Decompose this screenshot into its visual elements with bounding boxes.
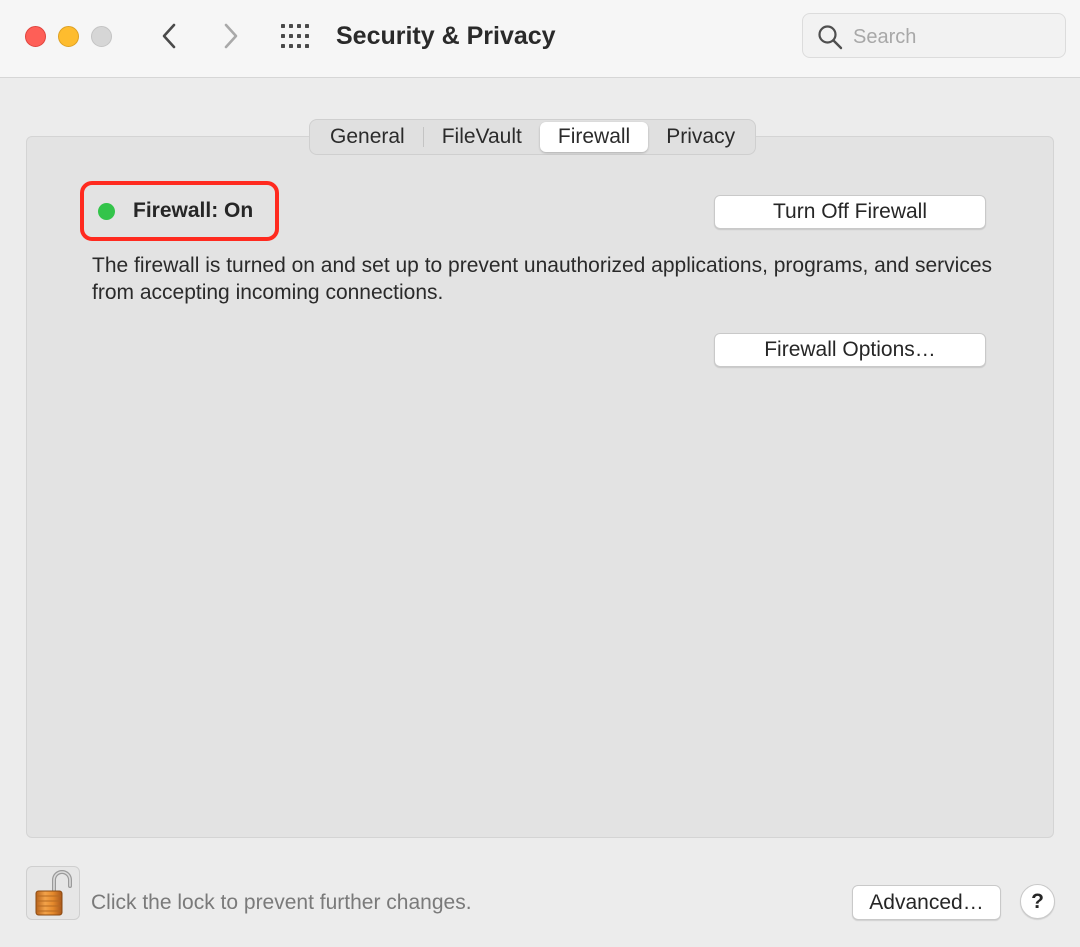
tab-bar: General FileVault Firewall Privacy	[309, 119, 757, 155]
lock-status-text: Click the lock to prevent further change…	[91, 891, 472, 914]
help-button[interactable]: ?	[1020, 884, 1055, 919]
zoom-window-button[interactable]	[91, 26, 112, 47]
minimize-window-button[interactable]	[58, 26, 79, 47]
firewall-status-label: Firewall: On	[133, 199, 254, 222]
close-window-button[interactable]	[25, 26, 46, 47]
tab-privacy[interactable]: Privacy	[648, 122, 753, 152]
chevron-right-icon	[224, 23, 238, 49]
back-button[interactable]	[154, 19, 186, 53]
advanced-button[interactable]: Advanced…	[852, 885, 1001, 920]
show-all-button[interactable]	[280, 23, 312, 49]
status-indicator-dot	[98, 203, 115, 220]
toolbar: Security & Privacy	[0, 0, 1080, 78]
tab-general[interactable]: General	[312, 122, 423, 152]
security-privacy-window: Security & Privacy General FileVault Fir…	[0, 0, 1080, 947]
chevron-left-icon	[162, 23, 176, 49]
tab-filevault[interactable]: FileVault	[424, 122, 540, 152]
magnifying-glass-icon	[818, 25, 843, 50]
lock-button[interactable]	[26, 866, 80, 920]
window-title: Security & Privacy	[336, 22, 556, 50]
turn-off-firewall-button[interactable]: Turn Off Firewall	[714, 195, 986, 229]
search-input[interactable]	[851, 20, 1055, 54]
search-field[interactable]	[802, 13, 1066, 58]
show-all-grid-icon	[281, 24, 309, 48]
tab-firewall[interactable]: Firewall	[539, 122, 649, 152]
forward-button[interactable]	[214, 19, 246, 53]
firewall-options-button[interactable]: Firewall Options…	[714, 333, 986, 367]
firewall-description: The firewall is turned on and set up to …	[92, 254, 993, 304]
unlocked-padlock-icon	[35, 870, 72, 916]
content-panel	[26, 136, 1054, 838]
